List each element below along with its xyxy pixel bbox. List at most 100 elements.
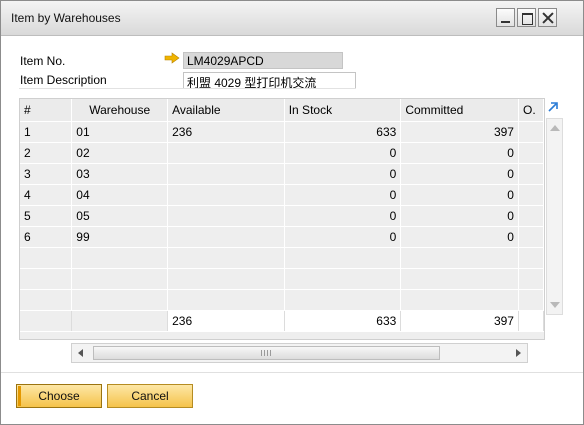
- committed-cell[interactable]: 0: [400, 205, 519, 227]
- row-number: 1: [20, 121, 73, 143]
- item-description-label: Item Description: [20, 73, 107, 87]
- table-header-row: # Warehouse Available In Stock Committed…: [20, 99, 545, 122]
- link-arrow-icon[interactable]: [164, 52, 180, 64]
- in-stock-cell[interactable]: 0: [284, 184, 402, 206]
- table-row[interactable]: [20, 268, 545, 290]
- committed-cell[interactable]: 0: [400, 163, 519, 185]
- committed-cell[interactable]: 0: [400, 142, 519, 164]
- ordered-cell[interactable]: [518, 205, 545, 227]
- totals-blank: [518, 310, 545, 332]
- column-header-available[interactable]: Available: [167, 99, 285, 122]
- warehouse-cell[interactable]: 03: [71, 163, 169, 185]
- row-number: [20, 289, 73, 311]
- warehouse-cell[interactable]: 01: [71, 121, 169, 143]
- row-number: 6: [20, 226, 73, 248]
- item-description-field[interactable]: 利盟 4029 型打印机交流: [183, 72, 356, 90]
- ordered-cell[interactable]: [518, 268, 545, 290]
- in-stock-cell[interactable]: [284, 268, 402, 290]
- available-cell[interactable]: [167, 205, 285, 227]
- table-row[interactable]: 3 03 0 0: [20, 163, 545, 185]
- in-stock-cell[interactable]: [284, 247, 402, 269]
- divider: [1, 372, 583, 373]
- table-row[interactable]: 5 05 0 0: [20, 205, 545, 227]
- maximize-button[interactable]: [517, 8, 536, 27]
- committed-cell[interactable]: 0: [400, 226, 519, 248]
- warehouse-cell[interactable]: [71, 268, 169, 290]
- warehouse-cell[interactable]: 05: [71, 205, 169, 227]
- ordered-cell[interactable]: [518, 247, 545, 269]
- warehouse-cell[interactable]: [71, 247, 169, 269]
- table-row[interactable]: 6 99 0 0: [20, 226, 545, 248]
- totals-blank: [71, 310, 169, 332]
- available-cell[interactable]: [167, 268, 285, 290]
- available-cell[interactable]: [167, 184, 285, 206]
- divider: [19, 88, 356, 89]
- ordered-cell[interactable]: [518, 121, 545, 143]
- scroll-left-icon[interactable]: [78, 349, 83, 357]
- committed-cell[interactable]: [400, 289, 519, 311]
- committed-cell[interactable]: [400, 247, 519, 269]
- warehouse-table: # Warehouse Available In Stock Committed…: [19, 98, 545, 340]
- warehouse-cell[interactable]: 04: [71, 184, 169, 206]
- scroll-up-icon[interactable]: [550, 125, 560, 131]
- row-number: 4: [20, 184, 73, 206]
- item-no-field[interactable]: LM4029APCD: [183, 52, 343, 69]
- item-no-label: Item No.: [20, 54, 66, 68]
- in-stock-cell[interactable]: 0: [284, 142, 402, 164]
- committed-cell[interactable]: 397: [400, 121, 519, 143]
- ordered-cell[interactable]: [518, 184, 545, 206]
- available-cell[interactable]: [167, 163, 285, 185]
- item-by-warehouses-window: Item by Warehouses Item No. LM4029APCD I…: [0, 0, 584, 425]
- row-number: [20, 247, 73, 269]
- ordered-cell[interactable]: [518, 163, 545, 185]
- expand-table-icon[interactable]: [547, 101, 559, 113]
- close-button[interactable]: [538, 8, 557, 27]
- column-header-ordered[interactable]: O.: [518, 99, 545, 122]
- row-number: [20, 268, 73, 290]
- scrollbar-thumb[interactable]: [93, 346, 440, 360]
- table-row[interactable]: 1 01 236 633 397: [20, 121, 545, 143]
- committed-cell[interactable]: 0: [400, 184, 519, 206]
- column-header-committed[interactable]: Committed: [400, 99, 519, 122]
- table-row[interactable]: 4 04 0 0: [20, 184, 545, 206]
- warehouse-cell[interactable]: [71, 289, 169, 311]
- column-header-warehouse[interactable]: Warehouse: [71, 99, 169, 122]
- committed-cell[interactable]: [400, 268, 519, 290]
- totals-row: 236 633 397: [20, 310, 545, 332]
- available-cell[interactable]: [167, 142, 285, 164]
- column-header-in-stock[interactable]: In Stock: [284, 99, 402, 122]
- in-stock-cell[interactable]: [284, 289, 402, 311]
- row-number: 2: [20, 142, 73, 164]
- table-row[interactable]: 2 02 0 0: [20, 142, 545, 164]
- total-available: 236: [167, 310, 285, 332]
- table-row[interactable]: [20, 247, 545, 269]
- warehouse-cell[interactable]: 02: [71, 142, 169, 164]
- in-stock-cell[interactable]: 0: [284, 205, 402, 227]
- in-stock-cell[interactable]: 633: [284, 121, 402, 143]
- title-bar[interactable]: Item by Warehouses: [1, 1, 583, 36]
- window-title: Item by Warehouses: [11, 11, 121, 25]
- choose-button[interactable]: Choose: [16, 384, 102, 408]
- column-header-row-number[interactable]: #: [20, 99, 73, 122]
- ordered-cell[interactable]: [518, 142, 545, 164]
- row-number: 5: [20, 205, 73, 227]
- ordered-cell[interactable]: [518, 289, 545, 311]
- warehouse-cell[interactable]: 99: [71, 226, 169, 248]
- row-number: 3: [20, 163, 73, 185]
- total-in-stock: 633: [284, 310, 402, 332]
- horizontal-scrollbar[interactable]: [71, 343, 528, 363]
- scroll-down-icon[interactable]: [550, 302, 560, 308]
- ordered-cell[interactable]: [518, 226, 545, 248]
- scroll-right-icon[interactable]: [516, 349, 521, 357]
- totals-blank: [20, 310, 73, 332]
- vertical-scrollbar[interactable]: [546, 118, 563, 315]
- available-cell[interactable]: [167, 247, 285, 269]
- cancel-button[interactable]: Cancel: [107, 384, 193, 408]
- minimize-button[interactable]: [496, 8, 515, 27]
- table-row[interactable]: [20, 289, 545, 311]
- available-cell[interactable]: [167, 289, 285, 311]
- available-cell[interactable]: [167, 226, 285, 248]
- in-stock-cell[interactable]: 0: [284, 226, 402, 248]
- in-stock-cell[interactable]: 0: [284, 163, 402, 185]
- available-cell[interactable]: 236: [167, 121, 285, 143]
